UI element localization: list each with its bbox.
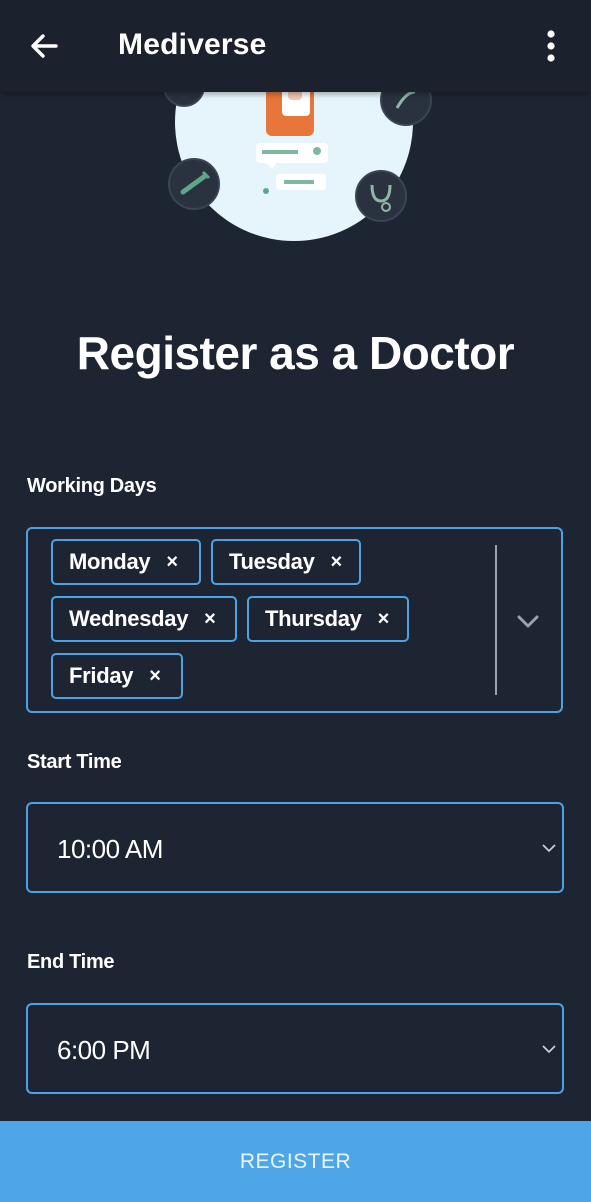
working-days-multiselect[interactable]: Monday × Tuesday × Wednesday × Thursday …: [26, 527, 563, 713]
chevron-down-icon: [542, 844, 556, 853]
more-vertical-icon: [547, 30, 555, 62]
chip-tuesday[interactable]: Tuesday ×: [211, 539, 361, 585]
more-options-button[interactable]: [534, 28, 568, 68]
chevron-down-icon: [542, 1045, 556, 1054]
chevron-down-icon[interactable]: [514, 611, 542, 631]
app-bar: Mediverse: [0, 0, 591, 92]
remove-chip-icon[interactable]: ×: [166, 551, 178, 574]
register-button[interactable]: REGISTER: [0, 1121, 591, 1202]
divider: [495, 545, 497, 695]
remove-chip-icon[interactable]: ×: [331, 551, 343, 574]
end-time-value: 6:00 PM: [57, 1035, 151, 1065]
chip-monday[interactable]: Monday ×: [51, 539, 201, 585]
chip-friday[interactable]: Friday ×: [51, 653, 183, 699]
chip-thursday[interactable]: Thursday ×: [247, 596, 409, 642]
chip-label: Wednesday: [69, 606, 189, 631]
end-time-label: End Time: [27, 951, 115, 973]
remove-chip-icon[interactable]: ×: [378, 608, 390, 631]
chip-wednesday[interactable]: Wednesday ×: [51, 596, 237, 642]
remove-chip-icon[interactable]: ×: [204, 608, 216, 631]
arrow-left-icon: [31, 34, 58, 58]
start-time-select[interactable]: 10:00 AM: [26, 802, 564, 893]
chip-label: Friday: [69, 663, 134, 688]
chip-label: Tuesday: [229, 549, 315, 574]
page-title: Register as a Doctor: [76, 327, 515, 379]
back-button[interactable]: [24, 26, 66, 68]
app-title: Mediverse: [118, 28, 267, 61]
chip-label: Thursday: [265, 606, 362, 631]
chip-label: Monday: [69, 549, 151, 574]
working-days-label: Working Days: [27, 475, 157, 497]
start-time-label: Start Time: [27, 751, 122, 773]
remove-chip-icon[interactable]: ×: [149, 665, 161, 688]
start-time-value: 10:00 AM: [57, 834, 163, 864]
end-time-select[interactable]: 6:00 PM: [26, 1003, 564, 1094]
